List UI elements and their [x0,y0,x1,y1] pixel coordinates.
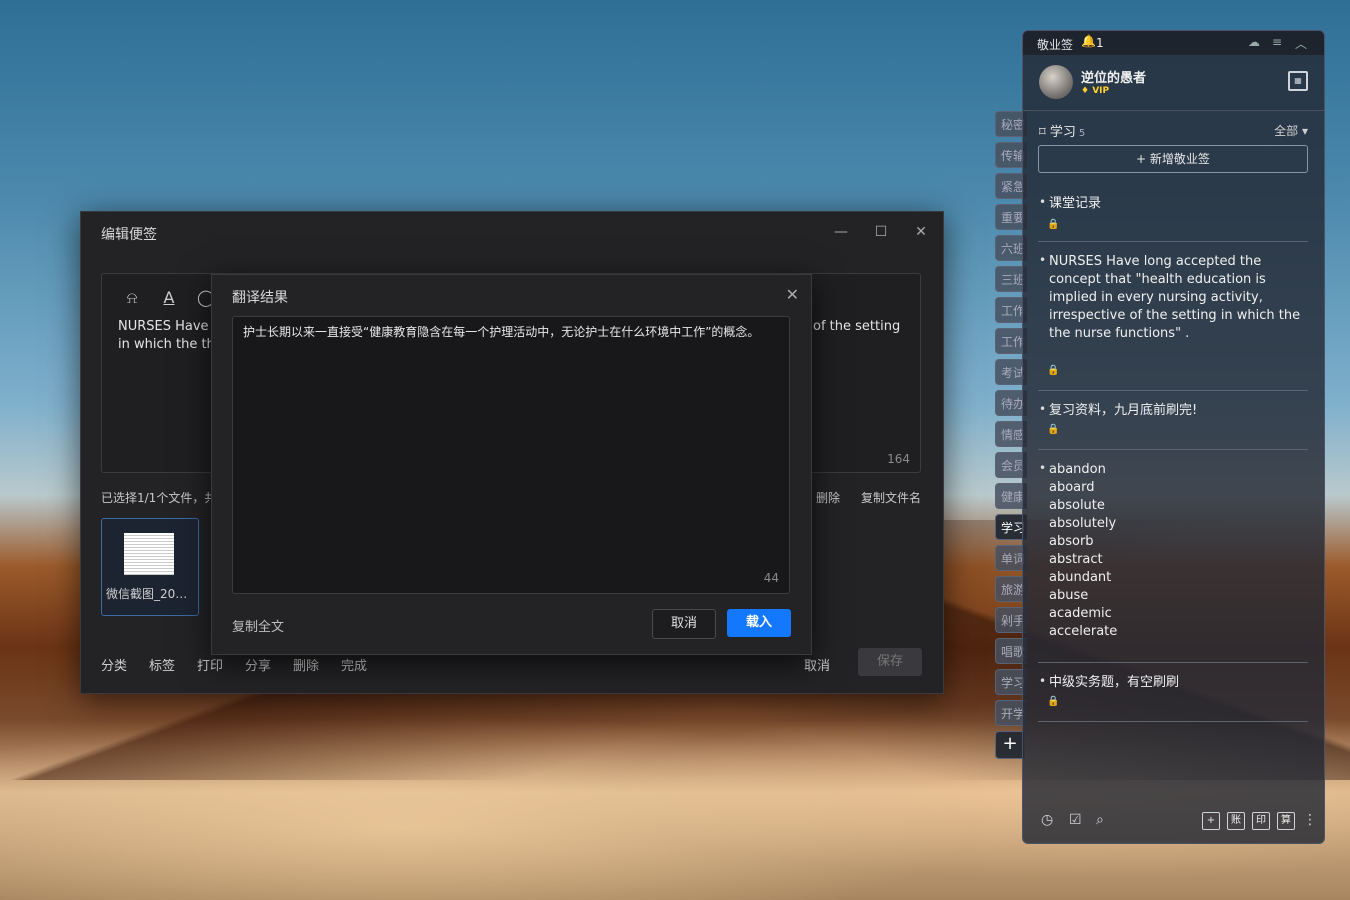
window-title: 编辑便签 [101,227,157,243]
divider [1038,241,1308,242]
add-category-button[interactable]: + [995,731,1025,759]
file-preview-image [124,533,174,575]
classify-button[interactable]: 分类 [101,655,127,674]
dialog-title: 翻译结果 [232,290,288,306]
font-color-icon[interactable]: A [159,288,179,308]
app-brand: 敬业签 [1037,38,1074,52]
share-button[interactable]: 分享 [245,655,271,674]
cancel-button[interactable]: 取消 [804,655,830,674]
avatar[interactable] [1039,65,1073,99]
vip-badge: ♦ VIP [1081,86,1110,96]
lock-icon: 🔒 [1047,365,1060,376]
copy-filename-button[interactable]: 复制文件名 [861,489,921,506]
collapse-icon[interactable]: ︿ [1295,35,1307,52]
ledger-icon[interactable]: 账 [1227,812,1245,830]
load-button[interactable]: 载入 [727,609,791,637]
close-icon[interactable]: ✕ [786,285,799,304]
notification-bell-icon[interactable]: 🔔 [1081,34,1096,48]
close-icon[interactable]: ✕ [909,220,933,244]
more-icon[interactable]: ⋮ [1303,812,1317,828]
divider [1038,662,1308,663]
translation-textarea[interactable]: 护士长期以来一直接受“健康教育隐含在每一个护理活动中，无论护士在什么环境中工作”… [232,316,790,594]
calculator-icon[interactable]: 算 [1277,812,1295,830]
lock-icon: 🔒 [1047,424,1060,435]
clock-icon[interactable]: ◷ [1041,812,1053,828]
filter-dropdown[interactable]: 全部 ▾ [1274,122,1308,139]
cancel-button[interactable]: 取消 [652,609,716,639]
divider [1023,110,1324,111]
file-thumbnail[interactable]: 微信截图_202... [101,518,199,616]
divider [1038,390,1308,391]
notification-count: 1 [1096,36,1104,50]
tag-button[interactable]: 标签 [149,655,175,674]
maximize-icon[interactable]: ☐ [869,220,893,244]
lock-icon: 🔒 [1047,219,1060,230]
new-note-button[interactable]: + 新增敬业签 [1038,145,1308,173]
save-button[interactable]: 保存 [858,648,922,676]
files-info: 已选择1/1个文件，共 [101,491,217,505]
print-icon[interactable]: 印 [1252,812,1270,830]
inbox-icon[interactable]: ☑ [1069,812,1082,828]
translation-text[interactable]: 护士长期以来一直接受“健康教育隐含在每一个护理活动中，无论护士在什么环境中工作”… [243,323,779,341]
delete-button[interactable]: 删除 [293,655,319,674]
minimize-icon[interactable]: — [829,220,853,244]
current-category: ⌑ 学习 5 [1039,125,1086,140]
divider [1038,721,1308,722]
username: 逆位的愚者 [1081,71,1147,86]
lock-icon: 🔒 [1047,696,1060,707]
category-count: 5 [1078,128,1086,139]
copy-all-button[interactable]: 复制全文 [232,616,284,635]
file-name: 微信截图_202... [106,587,194,601]
divider [1038,449,1308,450]
panel-header: 敬业签 🔔 1 ☁ ≡ ︿ [1023,31,1324,55]
calendar-icon[interactable]: ▦ [1288,71,1308,91]
done-button[interactable]: 完成 [341,655,367,674]
char-count: 44 [763,571,779,585]
char-count: 164 [887,452,910,466]
add-icon[interactable]: + [1202,812,1220,830]
search-icon[interactable]: ⌕ [1096,812,1104,828]
bookmark-icon: ⌑ [1039,125,1046,140]
notes-panel: 敬业签 🔔 1 ☁ ≡ ︿ 逆位的愚者 ♦ VIP ▦ ⌑ 学习 5 全部 ▾ +… [1022,30,1325,844]
menu-icon[interactable]: ≡ [1272,35,1282,49]
bell-icon[interactable]: ⍾ [122,288,142,308]
translate-dialog: 翻译结果 ✕ 护士长期以来一直接受“健康教育隐含在每一个护理活动中，无论护士在什… [211,274,812,655]
delete-file-button[interactable]: 删除 [816,489,840,506]
cloud-sync-icon[interactable]: ☁ [1248,35,1260,49]
print-button[interactable]: 打印 [197,655,223,674]
